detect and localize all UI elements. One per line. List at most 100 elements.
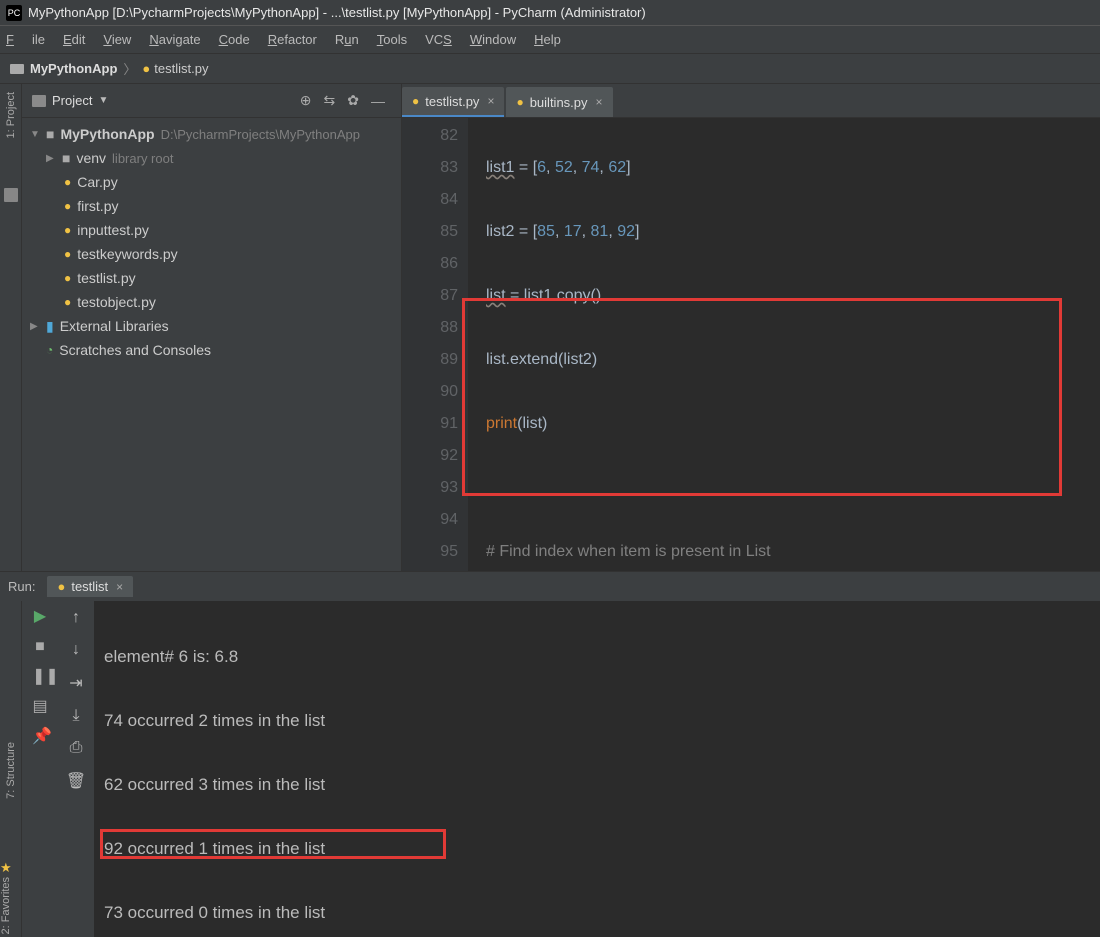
breadcrumb-root[interactable]: MyPythonApp — [30, 61, 117, 76]
python-file-icon: ● — [57, 579, 65, 594]
menu-view[interactable]: View — [103, 32, 131, 47]
run-tool-window: 7: Structure ★2: Favorites ▶ ■ ❚❚ ▤ 📌 ↑ … — [0, 601, 1100, 937]
tree-file[interactable]: ● Car.py — [22, 170, 401, 194]
console-output[interactable]: element# 6 is: 6.8 74 occurred 2 times i… — [94, 601, 1100, 937]
run-label: Run: — [8, 579, 35, 594]
tree-file[interactable]: ● testkeywords.py — [22, 242, 401, 266]
python-file-icon: ● — [142, 61, 150, 76]
project-tree[interactable]: ▼ ■ MyPythonApp D:\PycharmProjects\MyPyt… — [22, 118, 401, 571]
scratch-icon: ◔ — [46, 343, 53, 357]
tree-file[interactable]: ●first.py — [22, 194, 401, 218]
console-line: 74 occurred 2 times in the list — [104, 705, 1100, 737]
left-tool-rail: 1: Project — [0, 84, 22, 571]
chevron-down-icon[interactable]: ▼ — [98, 95, 108, 106]
highlight-box-editor — [462, 298, 1062, 496]
tree-root-path: D:\PycharmProjects\MyPythonApp — [161, 127, 360, 142]
tree-file[interactable]: ●testobject.py — [22, 290, 401, 314]
menu-code[interactable]: Code — [219, 32, 250, 47]
tree-venv[interactable]: ▶ ■ venv library root — [22, 146, 401, 170]
run-tab[interactable]: ● testlist × — [47, 576, 133, 597]
tree-file[interactable]: ●testlist.py — [22, 266, 401, 290]
rail-project-label[interactable]: 1: Project — [5, 92, 17, 138]
down-arrow-icon[interactable]: ↓ — [72, 641, 80, 659]
breadcrumb-file[interactable]: testlist.py — [154, 61, 208, 76]
tab-label: testlist.py — [425, 94, 479, 109]
console-line: 92 occurred 1 times in the list — [104, 833, 1100, 865]
up-arrow-icon[interactable]: ↑ — [72, 609, 80, 627]
tree-venv-meta: library root — [112, 151, 173, 166]
run-tab-label: testlist — [71, 579, 108, 594]
close-icon[interactable]: × — [116, 580, 123, 594]
tree-root[interactable]: ▼ ■ MyPythonApp D:\PycharmProjects\MyPyt… — [22, 122, 401, 146]
tree-scratch-name: Scratches and Consoles — [59, 342, 211, 358]
tree-root-name: MyPythonApp — [60, 126, 154, 142]
scroll-end-icon[interactable]: ⤓ — [72, 707, 79, 725]
editor-area: ● testlist.py × ● builtins.py × 82838485… — [402, 84, 1100, 571]
editor-tab-bar: ● testlist.py × ● builtins.py × — [402, 84, 1100, 118]
tree-file-name: Car.py — [77, 174, 117, 190]
menu-refactor[interactable]: Refactor — [268, 32, 317, 47]
close-icon[interactable]: × — [596, 95, 603, 109]
trash-icon[interactable]: 🗑 — [66, 771, 86, 791]
print-icon[interactable]: ⎙ — [70, 739, 83, 757]
chevron-right-icon: 〉 — [123, 59, 136, 78]
chevron-down-icon[interactable]: ▼ — [30, 129, 42, 140]
soft-wrap-icon[interactable]: ⇥ — [69, 673, 82, 693]
stop-icon[interactable]: ■ — [32, 639, 48, 655]
breadcrumb: MyPythonApp 〉 ● testlist.py — [0, 54, 1100, 84]
tree-file-name: inputtest.py — [77, 222, 149, 238]
code-editor[interactable]: 8283848586878889909192939495 list1 = [6,… — [402, 118, 1100, 571]
chevron-right-icon[interactable]: ▶ — [46, 153, 58, 164]
pause-icon[interactable]: ❚❚ — [32, 669, 48, 685]
tree-file[interactable]: ● inputtest.py — [22, 218, 401, 242]
menu-tools[interactable]: Tools — [377, 32, 407, 47]
line-number-gutter: 8283848586878889909192939495 — [402, 118, 468, 571]
gear-icon[interactable]: ✿ — [347, 92, 359, 109]
python-file-icon: ● — [64, 247, 71, 261]
run-action-bar-left: ▶ ■ ❚❚ ▤ 📌 — [22, 601, 58, 937]
window-title: MyPythonApp [D:\PycharmProjects\MyPython… — [28, 5, 646, 20]
app-icon: PC — [6, 5, 22, 21]
folder-icon — [10, 64, 24, 74]
menu-help[interactable]: Help — [534, 32, 561, 47]
tree-venv-name: venv — [76, 150, 106, 166]
close-icon[interactable]: × — [487, 94, 494, 108]
folder-icon: ■ — [62, 150, 70, 166]
tree-file-name: testkeywords.py — [77, 246, 177, 262]
tree-extlib-name: External Libraries — [60, 318, 169, 334]
pin-icon[interactable]: 📌 — [32, 729, 48, 745]
menu-window[interactable]: Window — [470, 32, 516, 47]
rail-structure-label[interactable]: 7: Structure — [5, 742, 17, 799]
python-file-icon: ● — [64, 271, 71, 285]
menu-run[interactable]: Run — [335, 32, 359, 47]
locate-icon[interactable]: ⊕ — [300, 92, 312, 109]
python-file-icon: ● — [412, 94, 419, 108]
tab-label: builtins.py — [530, 95, 588, 110]
tree-scratches[interactable]: ◔ Scratches and Consoles — [22, 338, 401, 362]
code-content[interactable]: list1 = [6, 52, 74, 62] list2 = [85, 17,… — [468, 118, 1100, 571]
menu-vcs[interactable]: VCS — [425, 32, 452, 47]
rail-icon[interactable] — [4, 188, 18, 202]
console-line: 73 occurred 0 times in the list — [104, 897, 1100, 929]
python-file-icon: ● — [64, 223, 71, 237]
title-bar: PC MyPythonApp [D:\PycharmProjects\MyPyt… — [0, 0, 1100, 26]
python-file-icon: ● — [64, 199, 71, 213]
layout-icon[interactable]: ▤ — [32, 699, 48, 715]
tree-external-libraries[interactable]: ▶ ▮ External Libraries — [22, 314, 401, 338]
expand-icon[interactable]: ⇆ — [324, 92, 336, 109]
hide-icon[interactable]: — — [371, 93, 385, 109]
menu-navigate[interactable]: Navigate — [149, 32, 200, 47]
project-pane-title[interactable]: Project — [52, 93, 92, 108]
play-icon[interactable]: ▶ — [32, 609, 48, 625]
tab-builtins[interactable]: ● builtins.py × — [506, 87, 612, 117]
project-tool-window: Project ▼ ⊕ ⇆ ✿ — ▼ ■ MyPythonApp D:\Pyc… — [22, 84, 402, 571]
tab-testlist[interactable]: ● testlist.py × — [402, 87, 504, 117]
rail-favorites-label[interactable]: 2: Favorites — [0, 877, 12, 934]
chevron-right-icon[interactable]: ▶ — [30, 321, 42, 332]
library-icon: ▮ — [46, 318, 54, 335]
menu-file[interactable]: File — [6, 32, 45, 47]
folder-icon: ■ — [46, 126, 54, 142]
python-file-icon: ● — [64, 175, 71, 189]
menu-edit[interactable]: Edit — [63, 32, 85, 47]
console-line: 62 occurred 3 times in the list — [104, 769, 1100, 801]
